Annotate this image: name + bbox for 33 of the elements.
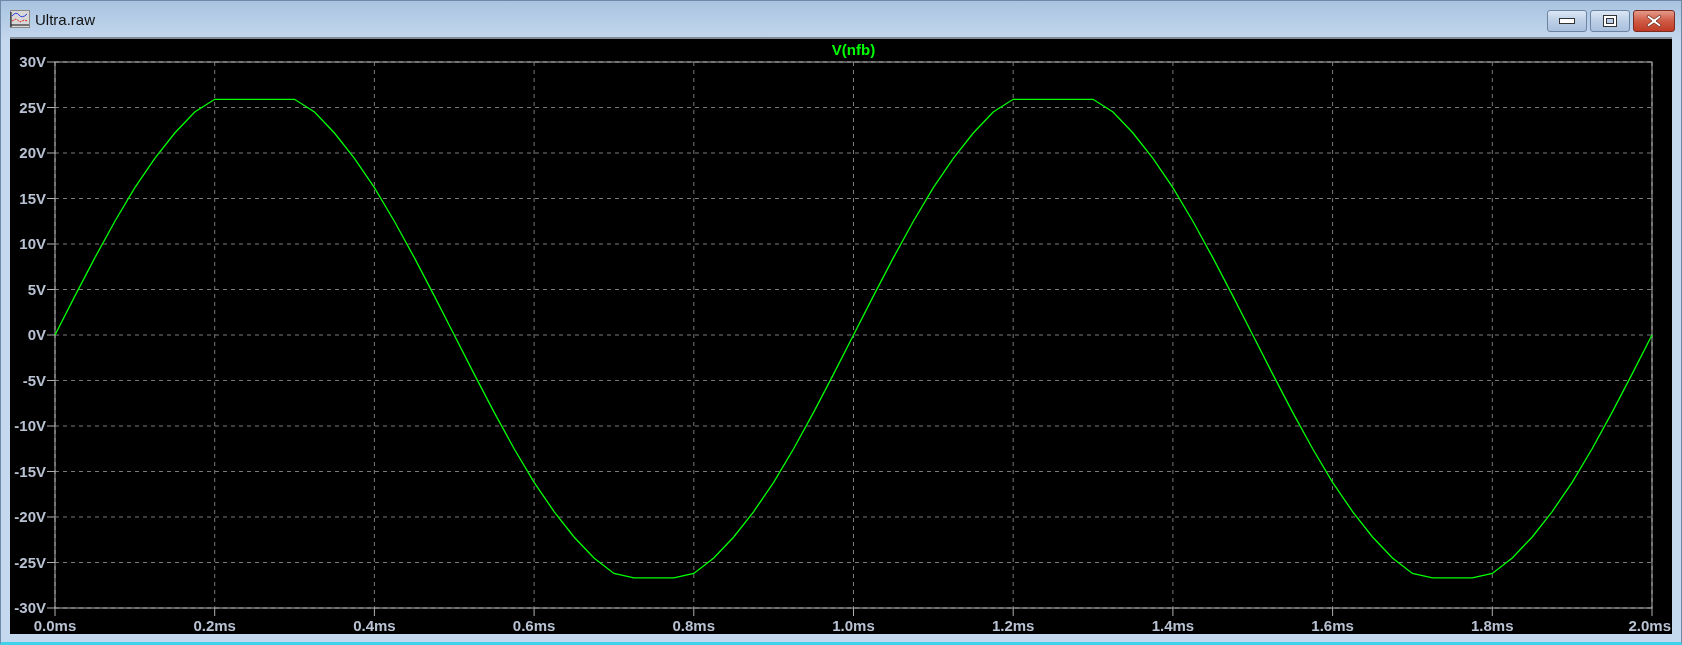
axis-tick-label: 1.8ms: [1471, 617, 1514, 634]
axis-tick-label: -10V: [14, 417, 46, 434]
minimize-button[interactable]: [1547, 10, 1587, 32]
axis-tick-label: 0V: [27, 326, 46, 343]
close-icon: [1646, 14, 1662, 28]
axis-tick-label: 25V: [19, 98, 46, 116]
axis-tick-label: -20V: [14, 508, 46, 525]
axis-tick-label: 1.6ms: [1311, 617, 1354, 634]
window-title: Ultra.raw: [35, 10, 96, 28]
axis-tick-label: -30V: [14, 599, 46, 616]
maximize-button[interactable]: [1590, 10, 1630, 32]
axis-tick-label: 0.8ms: [672, 617, 716, 634]
waveform-app-icon: [10, 10, 30, 28]
axis-tick-label: 20V: [19, 144, 46, 161]
axis-tick-label: 1.4ms: [1151, 617, 1195, 634]
axis-tick-label: 10V: [19, 235, 46, 252]
maximize-icon: [1603, 15, 1617, 27]
chart-title: V(nfb): [831, 41, 876, 58]
axis-tick-label: 15V: [19, 189, 46, 207]
axis-tick-label: 1.0ms: [832, 617, 875, 634]
axis-tick-label: -15V: [14, 462, 46, 480]
axis-tick-label: 2.0ms: [1628, 617, 1671, 634]
axis-tick-label: 0.6ms: [512, 617, 556, 634]
close-button[interactable]: [1633, 10, 1675, 32]
axis-tick-label: -5V: [22, 371, 46, 389]
axis-tick-label: 5V: [27, 280, 46, 298]
axis-tick-label: 0.4ms: [353, 617, 396, 634]
axis-tick-label: -25V: [14, 553, 46, 571]
axis-tick-label: 0.2ms: [193, 617, 236, 634]
axis-tick-label: 0.0ms: [33, 617, 77, 634]
axis-tick-label: 30V: [19, 53, 46, 70]
axis-tick-label: 1.2ms: [991, 617, 1035, 634]
minimize-icon: [1559, 18, 1575, 24]
